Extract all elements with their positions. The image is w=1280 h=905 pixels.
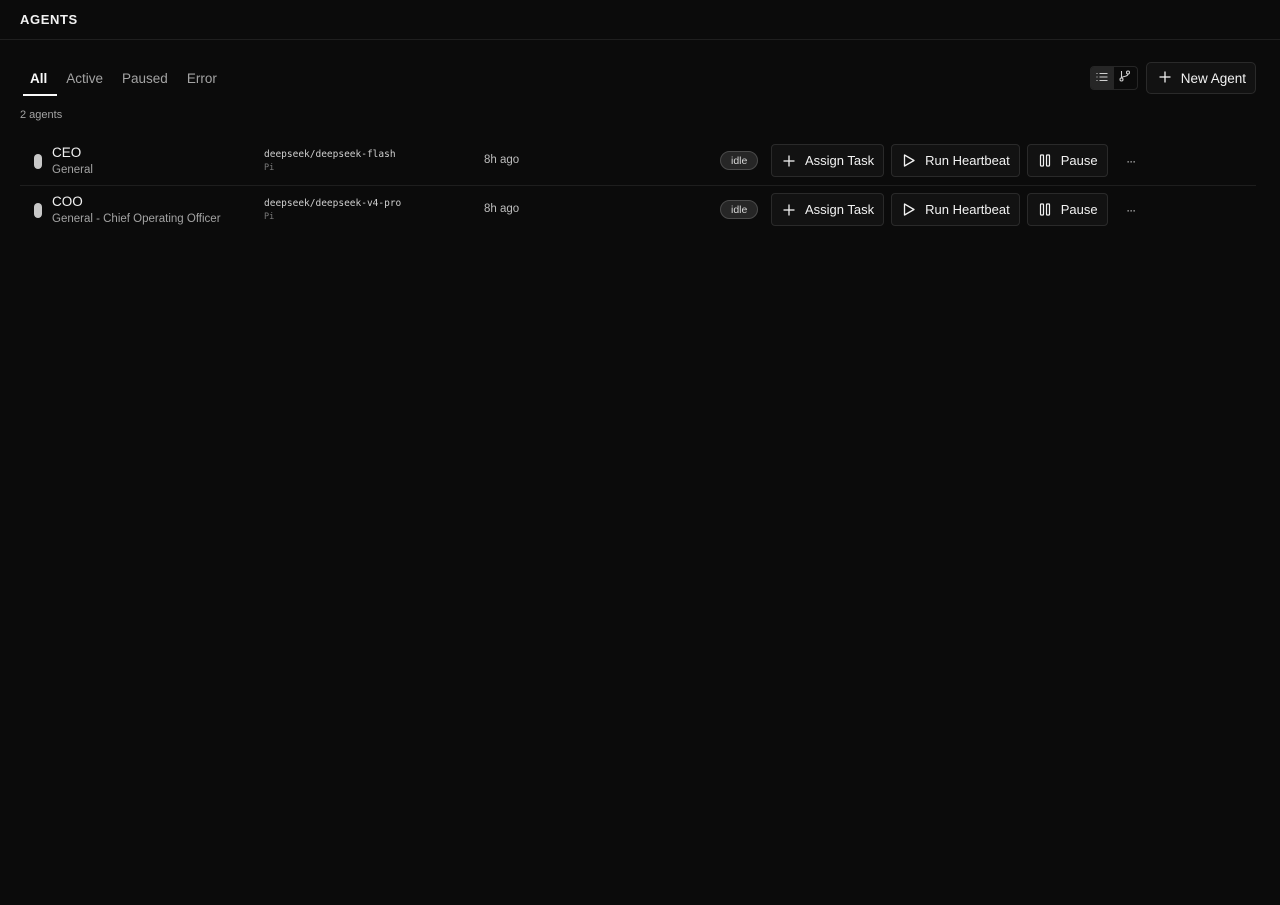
top-bar: AGENTS (0, 0, 1280, 40)
toolbar: All Active Paused Error New Agent (20, 60, 1256, 96)
new-agent-label: New Agent (1180, 70, 1246, 86)
status-indicator (34, 153, 42, 169)
status-badge: idle (720, 200, 759, 219)
status-indicator (34, 203, 42, 218)
assign-task-label: Assign Task (805, 202, 875, 217)
agent-name: COO (52, 194, 83, 209)
tab-error[interactable]: Error (177, 60, 226, 96)
agent-row[interactable]: COO General - Chief Operating Officer de… (20, 186, 1256, 235)
run-heartbeat-button[interactable]: Run Heartbeat (891, 193, 1020, 226)
pause-button[interactable]: Pause (1026, 144, 1108, 177)
agent-role: General (52, 164, 93, 176)
last-active: 8h ago (484, 154, 520, 166)
assign-task-label: Assign Task (805, 153, 875, 168)
pause-icon (1038, 154, 1052, 168)
plus-icon (1159, 71, 1171, 86)
list-view-button[interactable] (1090, 67, 1114, 89)
more-options-icon[interactable]: ··· (1118, 197, 1144, 223)
agent-role: General - Chief Operating Officer (52, 213, 221, 225)
plus-icon (782, 154, 796, 168)
agent-model: deepseek/deepseek-v4-pro (264, 198, 402, 209)
pause-label: Pause (1060, 153, 1098, 168)
agent-provider: Pi (264, 163, 275, 173)
play-icon (902, 154, 916, 168)
row-actions: Assign Task Run Heartbeat Pause ··· (771, 193, 1144, 226)
agent-provider: Pi (264, 212, 275, 222)
agent-model: deepseek/deepseek-flash (264, 149, 396, 160)
pause-icon (1038, 203, 1052, 217)
page-title: AGENTS (20, 12, 78, 27)
tree-view-button[interactable] (1114, 67, 1137, 89)
row-actions: Assign Task Run Heartbeat Pause ··· (771, 144, 1144, 177)
agent-count: 2 agents (20, 109, 63, 121)
assign-task-button[interactable]: Assign Task (771, 144, 885, 177)
agent-name: CEO (52, 145, 82, 160)
pause-button[interactable]: Pause (1026, 193, 1108, 226)
run-heartbeat-label: Run Heartbeat (925, 202, 1010, 217)
right-tools: New Agent (1089, 62, 1256, 94)
tab-all[interactable]: All (20, 60, 57, 96)
new-agent-button[interactable]: New Agent (1145, 62, 1256, 94)
pause-label: Pause (1060, 202, 1098, 217)
last-active: 8h ago (484, 203, 520, 215)
status-badge: idle (720, 151, 759, 170)
view-toggle (1089, 66, 1138, 90)
tree-icon (1119, 69, 1131, 87)
filter-tabs: All Active Paused Error (20, 60, 226, 96)
tab-active[interactable]: Active (57, 60, 113, 96)
play-icon (902, 203, 916, 217)
plus-icon (782, 203, 796, 217)
list-icon (1096, 69, 1108, 87)
agent-list: CEO General deepseek/deepseek-flash Pi 8… (20, 137, 1256, 235)
more-options-icon[interactable]: ··· (1118, 148, 1144, 174)
run-heartbeat-button[interactable]: Run Heartbeat (891, 144, 1020, 177)
agent-row[interactable]: CEO General deepseek/deepseek-flash Pi 8… (20, 137, 1256, 186)
tab-paused[interactable]: Paused (113, 60, 178, 96)
assign-task-button[interactable]: Assign Task (771, 193, 885, 226)
run-heartbeat-label: Run Heartbeat (925, 153, 1010, 168)
